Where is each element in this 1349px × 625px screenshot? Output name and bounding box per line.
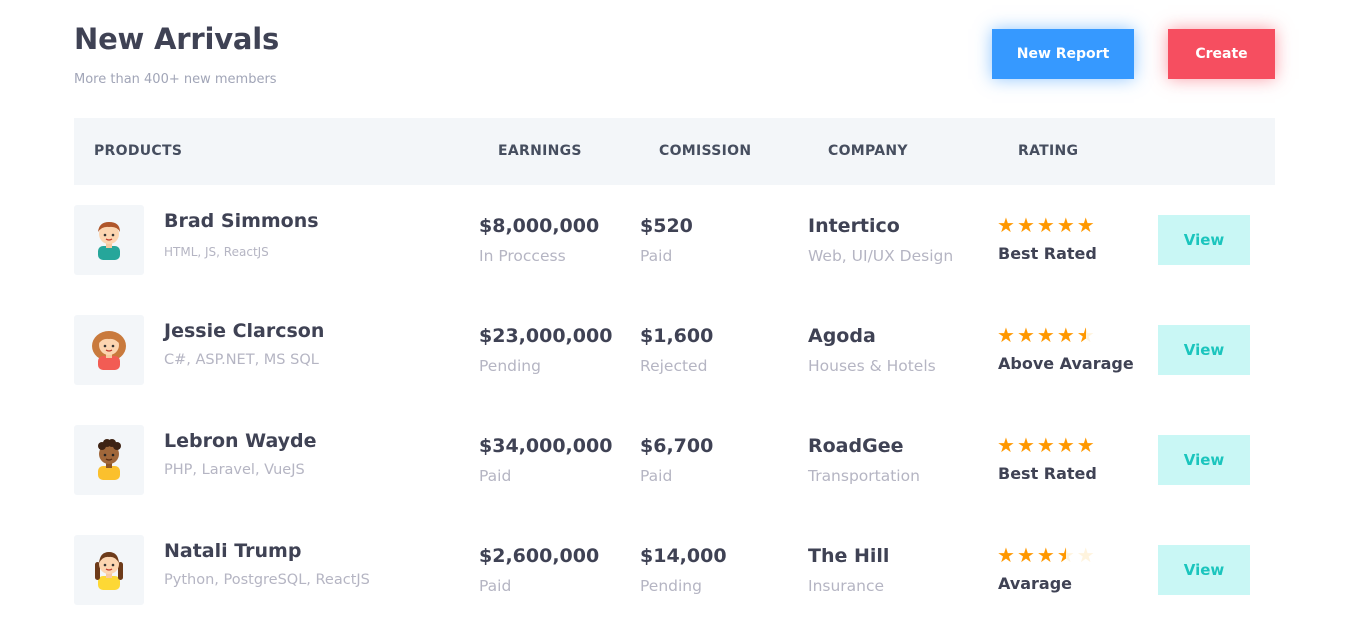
star-icon: ★	[1016, 433, 1035, 457]
star-icon: ★	[1076, 543, 1095, 567]
star-icon: ★	[1056, 323, 1075, 347]
product-skills: HTML, JS, ReactJS	[164, 245, 269, 259]
avatar	[74, 315, 144, 385]
page-subtitle: More than 400+ new members	[74, 72, 277, 87]
product-name[interactable]: Natali Trump	[164, 540, 301, 562]
product-skills: Python, PostgreSQL, ReactJS	[164, 572, 370, 588]
star-icon: ★	[1036, 213, 1055, 237]
view-button[interactable]: View	[1158, 325, 1250, 375]
column-header-commission[interactable]: COMISSION	[659, 143, 751, 159]
rating-stars: ★ ★ ★ ★ ★	[997, 435, 1095, 455]
commission-status: Rejected	[640, 357, 708, 375]
commission-status: Paid	[640, 467, 673, 485]
view-button[interactable]: View	[1158, 435, 1250, 485]
earnings-value: $34,000,000	[479, 435, 613, 457]
company-type: Web, UI/UX Design	[808, 247, 954, 265]
rating-label: Avarage	[998, 574, 1073, 593]
commission-value: $520	[640, 215, 693, 237]
product-name[interactable]: Brad Simmons	[164, 210, 319, 232]
girl-braids-avatar-icon	[92, 546, 126, 594]
star-icon: ★	[1016, 323, 1035, 347]
product-skills: PHP, Laravel, VueJS	[164, 462, 305, 478]
rating-label: Best Rated	[998, 464, 1097, 483]
rating-label: Above Avarage	[998, 354, 1134, 373]
table-row: Lebron Wayde PHP, Laravel, VueJS $34,000,0…	[0, 425, 1349, 495]
column-header-products[interactable]: PRODUCTS	[94, 143, 182, 159]
girl-avatar-icon	[89, 326, 129, 374]
star-icon: ★	[1057, 545, 1075, 565]
commission-value: $14,000	[640, 545, 727, 567]
boy-curly-avatar-icon	[93, 436, 125, 484]
table-row: Jessie Clarcson C#, ASP.NET, MS SQL $23,00…	[0, 315, 1349, 385]
avatar	[74, 535, 144, 605]
company-name: Intertico	[808, 215, 900, 237]
star-icon: ★	[997, 433, 1015, 457]
star-icon: ★	[1056, 213, 1075, 237]
product-name[interactable]: Jessie Clarcson	[164, 320, 324, 342]
rating-stars: ★ ★ ★ ★ ★	[997, 215, 1095, 235]
star-icon: ★	[997, 323, 1015, 347]
earnings-value: $23,000,000	[479, 325, 613, 347]
rating-label: Best Rated	[998, 244, 1097, 263]
company-type: Transportation	[808, 467, 920, 485]
company-name: Agoda	[808, 325, 876, 347]
company-name: The Hill	[808, 545, 890, 567]
star-icon: ★	[997, 213, 1015, 237]
star-icon: ★	[1036, 433, 1055, 457]
company-type: Insurance	[808, 577, 885, 595]
commission-value: $6,700	[640, 435, 714, 457]
commission-value: $1,600	[640, 325, 714, 347]
star-icon: ★	[1076, 433, 1095, 457]
commission-status: Pending	[640, 577, 702, 595]
view-button[interactable]: View	[1158, 545, 1250, 595]
avatar	[74, 205, 144, 275]
star-icon: ★	[1036, 543, 1055, 567]
star-icon: ★	[1056, 433, 1075, 457]
star-icon: ★	[1076, 213, 1095, 237]
earnings-status: In Proccess	[479, 247, 566, 265]
earnings-value: $2,600,000	[479, 545, 600, 567]
rating-stars: ★ ★ ★ ★ ★	[997, 545, 1095, 565]
table-row: Brad Simmons HTML, JS, ReactJS $8,000,000 I…	[0, 205, 1349, 275]
column-header-company[interactable]: COMPANY	[828, 143, 908, 159]
view-button[interactable]: View	[1158, 215, 1250, 265]
star-icon: ★	[1077, 325, 1095, 345]
table-header: PRODUCTS EARNINGS COMISSION COMPANY RATI…	[74, 118, 1275, 185]
earnings-value: $8,000,000	[479, 215, 600, 237]
commission-status: Paid	[640, 247, 673, 265]
new-report-button[interactable]: New Report	[992, 29, 1134, 79]
star-icon: ★	[997, 543, 1015, 567]
star-icon: ★	[1036, 323, 1055, 347]
product-name[interactable]: Lebron Wayde	[164, 430, 317, 452]
company-type: Houses & Hotels	[808, 357, 936, 375]
earnings-status: Paid	[479, 577, 512, 595]
column-header-rating[interactable]: RATING	[1018, 143, 1078, 159]
product-skills: C#, ASP.NET, MS SQL	[164, 352, 319, 368]
earnings-status: Paid	[479, 467, 512, 485]
table-row: Natali Trump Python, PostgreSQL, ReactJS $…	[0, 535, 1349, 605]
earnings-status: Pending	[479, 357, 541, 375]
page-title: New Arrivals	[74, 22, 280, 56]
create-button[interactable]: Create	[1168, 29, 1275, 79]
star-icon: ★	[1016, 213, 1035, 237]
rating-stars: ★ ★ ★ ★ ★	[997, 325, 1095, 345]
column-header-earnings[interactable]: EARNINGS	[498, 143, 582, 159]
company-name: RoadGee	[808, 435, 904, 457]
avatar	[74, 425, 144, 495]
star-icon: ★	[1016, 543, 1035, 567]
boy-avatar-icon	[93, 216, 125, 264]
